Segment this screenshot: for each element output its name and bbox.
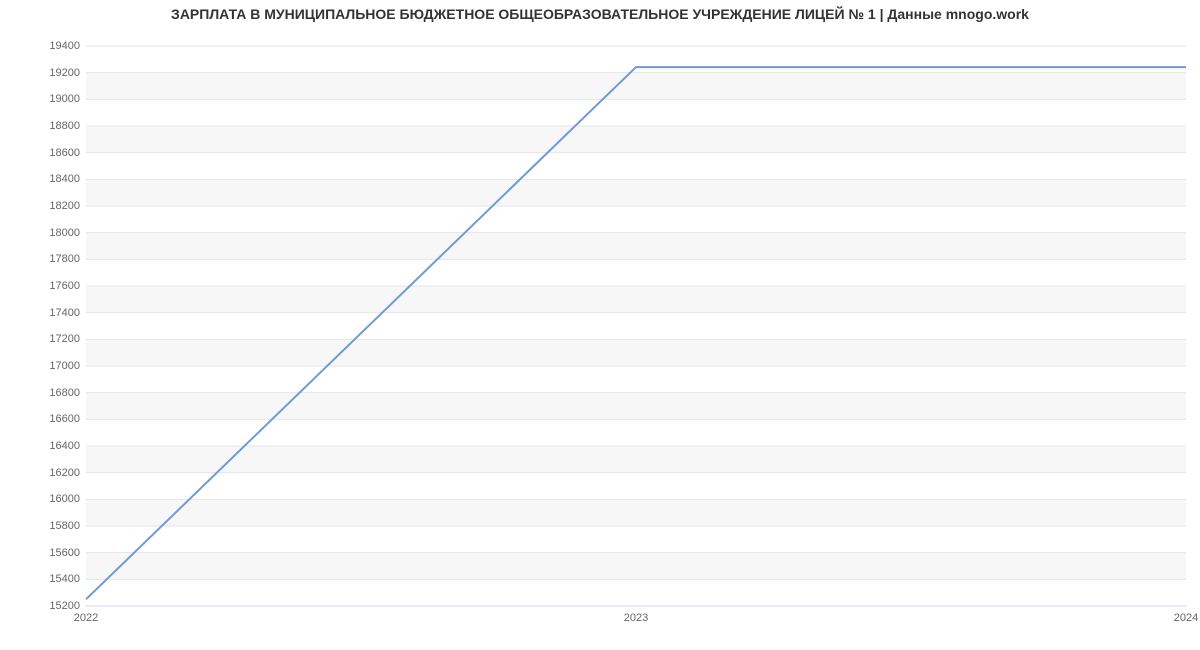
y-tick-label: 19200 (0, 67, 80, 79)
y-tick-label: 18200 (0, 200, 80, 212)
y-tick-label: 15400 (0, 573, 80, 585)
y-tick-label: 17200 (0, 333, 80, 345)
y-tick-label: 18000 (0, 227, 80, 239)
y-tick-label: 17800 (0, 253, 80, 265)
y-tick-label: 19400 (0, 40, 80, 52)
y-tick-label: 16000 (0, 493, 80, 505)
chart-plot-area (86, 46, 1186, 606)
y-tick-label: 16800 (0, 387, 80, 399)
y-tick-label: 18800 (0, 120, 80, 132)
y-tick-label: 16400 (0, 440, 80, 452)
y-tick-label: 15200 (0, 600, 80, 612)
y-tick-label: 16200 (0, 467, 80, 479)
plot-background-bands (86, 73, 1186, 580)
y-tick-label: 17400 (0, 307, 80, 319)
y-tick-label: 19000 (0, 93, 80, 105)
line-chart: ЗАРПЛАТА В МУНИЦИПАЛЬНОЕ БЮДЖЕТНОЕ ОБЩЕО… (0, 0, 1200, 650)
x-tick-label: 2024 (1174, 612, 1198, 624)
y-tick-label: 18400 (0, 173, 80, 185)
y-tick-label: 18600 (0, 147, 80, 159)
y-tick-label: 17600 (0, 280, 80, 292)
y-tick-label: 15800 (0, 520, 80, 532)
x-tick-label: 2023 (624, 612, 648, 624)
y-tick-label: 17000 (0, 360, 80, 372)
x-tick-label: 2022 (74, 612, 98, 624)
y-tick-label: 15600 (0, 547, 80, 559)
y-tick-label: 16600 (0, 413, 80, 425)
chart-title: ЗАРПЛАТА В МУНИЦИПАЛЬНОЕ БЮДЖЕТНОЕ ОБЩЕО… (0, 6, 1200, 22)
